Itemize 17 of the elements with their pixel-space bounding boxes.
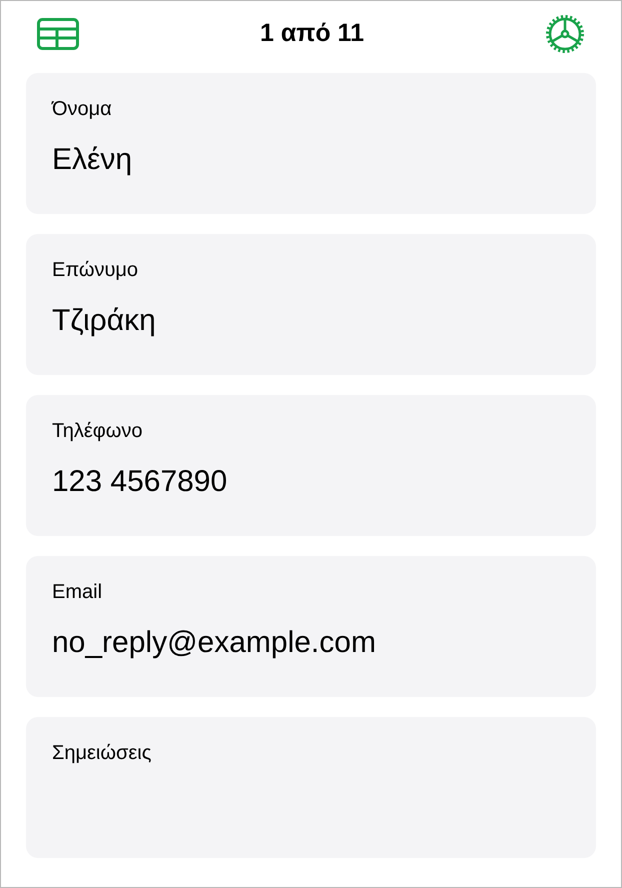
form-field[interactable]: Όνομα Ελένη <box>26 73 596 214</box>
field-label: Επώνυμο <box>52 258 138 282</box>
field-label: Σημειώσεις <box>52 741 152 765</box>
form-field[interactable]: Επώνυμο Τζιράκη <box>26 234 596 375</box>
field-value: Ελένη <box>52 142 132 178</box>
form-field[interactable]: Τηλέφωνο 123 4567890 <box>26 395 596 536</box>
form-field[interactable]: Σημειώσεις <box>26 717 596 858</box>
table-icon[interactable] <box>37 18 79 50</box>
field-label: Όνομα <box>52 97 112 121</box>
field-value: Τζιράκη <box>52 303 156 339</box>
record-counter: 1 από 11 <box>260 18 364 50</box>
field-value: 123 4567890 <box>52 464 228 500</box>
settings-icon[interactable] <box>544 14 585 54</box>
field-value: no_reply@example.com <box>52 625 376 661</box>
form-field[interactable]: Email no_reply@example.com <box>26 556 596 697</box>
field-label: Τηλέφωνο <box>52 419 142 443</box>
field-label: Email <box>52 580 102 604</box>
